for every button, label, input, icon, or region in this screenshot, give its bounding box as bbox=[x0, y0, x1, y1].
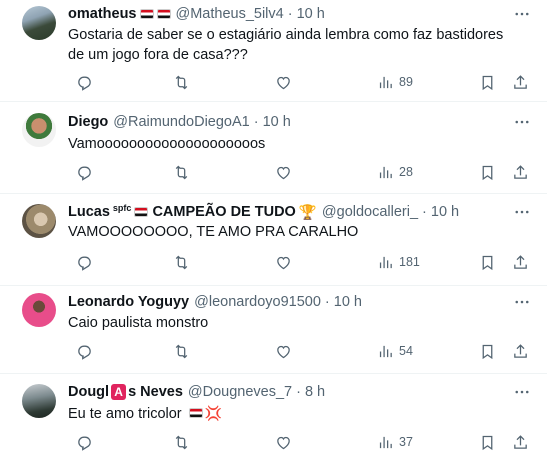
display-name[interactable]: Diego bbox=[68, 114, 108, 130]
views-icon bbox=[377, 254, 394, 271]
action-bar: 181 bbox=[68, 252, 535, 272]
letter-a-icon: A bbox=[111, 384, 127, 400]
views-button[interactable]: 181 bbox=[377, 252, 420, 272]
tweet-text: VAMOOOOOOOO, TE AMO PRA CARALHO bbox=[68, 224, 359, 240]
share-icon[interactable] bbox=[512, 432, 529, 452]
like-icon[interactable] bbox=[275, 252, 292, 272]
user-handle[interactable]: @goldocalleri_ bbox=[322, 204, 418, 220]
tweet-body: Eu te amo tricolor 💢 bbox=[68, 403, 517, 424]
reply-icon[interactable] bbox=[76, 252, 93, 272]
tweet[interactable]: Leonardo Yoguyy @leonardoyo91500 · 10 h … bbox=[0, 286, 547, 374]
bookmark-icon[interactable] bbox=[479, 252, 496, 272]
display-name[interactable]: Leonardo Yoguyy bbox=[68, 294, 189, 310]
views-count: 54 bbox=[399, 344, 413, 358]
views-button[interactable]: 37 bbox=[377, 432, 413, 452]
avatar[interactable] bbox=[22, 204, 56, 238]
timestamp[interactable]: 8 h bbox=[305, 384, 325, 400]
views-count: 181 bbox=[399, 255, 420, 269]
bookmark-icon[interactable] bbox=[479, 72, 496, 92]
like-icon[interactable] bbox=[275, 432, 292, 452]
anger-burst-icon: 💢 bbox=[204, 405, 223, 421]
timestamp[interactable]: 10 h bbox=[263, 114, 291, 130]
reply-icon[interactable] bbox=[76, 162, 93, 182]
separator: · bbox=[324, 294, 330, 310]
action-bar: 37 bbox=[68, 432, 535, 452]
separator: · bbox=[253, 114, 259, 130]
avatar[interactable] bbox=[22, 113, 56, 147]
timestamp[interactable]: 10 h bbox=[334, 294, 362, 310]
avatar[interactable] bbox=[22, 384, 56, 418]
tweet[interactable]: Dougl As Neves @Dougneves_7 · 8 h Eu te a… bbox=[0, 374, 547, 456]
retweet-icon[interactable] bbox=[173, 162, 190, 182]
more-icon[interactable] bbox=[511, 382, 533, 402]
share-icon[interactable] bbox=[512, 341, 529, 361]
views-button[interactable]: 28 bbox=[377, 162, 413, 182]
separator: · bbox=[287, 6, 293, 22]
avatar[interactable] bbox=[22, 6, 56, 40]
display-name[interactable]: Lucas bbox=[68, 204, 110, 220]
bookmark-icon[interactable] bbox=[479, 162, 496, 182]
share-icon[interactable] bbox=[512, 72, 529, 92]
like-icon[interactable] bbox=[275, 162, 292, 182]
more-icon[interactable] bbox=[511, 292, 533, 312]
timestamp[interactable]: 10 h bbox=[431, 204, 459, 220]
tweet-text: Caio paulista monstro bbox=[68, 315, 209, 331]
separator: · bbox=[296, 384, 301, 400]
views-count: 28 bbox=[399, 165, 413, 179]
bookmark-icon[interactable] bbox=[479, 341, 496, 361]
user-handle[interactable]: @Dougneves_7 bbox=[188, 384, 292, 400]
display-name-suffix[interactable]: CAMPEÃO DE TUDO bbox=[152, 204, 295, 220]
views-icon bbox=[377, 343, 394, 360]
views-button[interactable]: 89 bbox=[377, 72, 413, 92]
views-icon bbox=[377, 434, 394, 451]
more-icon[interactable] bbox=[511, 4, 533, 24]
like-icon[interactable] bbox=[275, 341, 292, 361]
retweet-icon[interactable] bbox=[173, 432, 190, 452]
separator: · bbox=[422, 204, 427, 220]
more-icon[interactable] bbox=[511, 202, 533, 222]
tweet-text: Vamoooooooooooooooooooos bbox=[68, 136, 266, 152]
reply-icon[interactable] bbox=[76, 341, 93, 361]
tweet-text: Gostaria de saber se o estagiário ainda … bbox=[68, 27, 504, 63]
like-icon[interactable] bbox=[275, 72, 292, 92]
user-handle[interactable]: @RaimundoDiegoA1 bbox=[113, 114, 249, 130]
reply-feed: omatheus @Matheus_5ilv4 · 10 h Gostaria … bbox=[0, 0, 547, 456]
user-handle[interactable]: @Matheus_5ilv4 bbox=[176, 6, 284, 22]
br-flag-icon bbox=[134, 207, 149, 217]
action-bar: 54 bbox=[68, 341, 535, 361]
tweet[interactable]: Lucas spfc CAMPEÃO DE TUDO 🏆 @goldocalle… bbox=[0, 194, 547, 286]
user-handle[interactable]: @leonardoyo91500 bbox=[194, 294, 321, 310]
retweet-icon[interactable] bbox=[173, 341, 190, 361]
tweet-text: Eu te amo tricolor bbox=[68, 406, 182, 422]
share-icon[interactable] bbox=[512, 162, 529, 182]
views-icon bbox=[377, 74, 394, 91]
avatar[interactable] bbox=[22, 293, 56, 327]
share-icon[interactable] bbox=[512, 252, 529, 272]
spfc-badge: spfc bbox=[112, 203, 132, 213]
action-bar: 28 bbox=[68, 162, 535, 182]
views-icon bbox=[377, 164, 394, 181]
tweet[interactable]: omatheus @Matheus_5ilv4 · 10 h Gostaria … bbox=[0, 0, 547, 102]
more-icon[interactable] bbox=[511, 112, 533, 132]
display-name[interactable]: Dougl bbox=[68, 384, 109, 400]
display-name-rest[interactable]: s Neves bbox=[128, 384, 183, 400]
display-name[interactable]: omatheus bbox=[68, 6, 137, 22]
reply-icon[interactable] bbox=[76, 432, 93, 452]
trophy-icon: 🏆 bbox=[298, 204, 317, 221]
br-flag-icon bbox=[139, 9, 154, 19]
retweet-icon[interactable] bbox=[173, 252, 190, 272]
bookmark-icon[interactable] bbox=[479, 432, 496, 452]
tweet[interactable]: Diego @RaimundoDiegoA1 · 10 h Vamooooooo… bbox=[0, 102, 547, 194]
views-button[interactable]: 54 bbox=[377, 341, 413, 361]
action-bar: 89 bbox=[68, 72, 535, 92]
timestamp[interactable]: 10 h bbox=[297, 6, 325, 22]
reply-icon[interactable] bbox=[76, 72, 93, 92]
retweet-icon[interactable] bbox=[173, 72, 190, 92]
br-flag-icon bbox=[188, 408, 203, 418]
views-count: 89 bbox=[399, 75, 413, 89]
views-count: 37 bbox=[399, 435, 413, 449]
br-flag-icon bbox=[156, 9, 171, 19]
